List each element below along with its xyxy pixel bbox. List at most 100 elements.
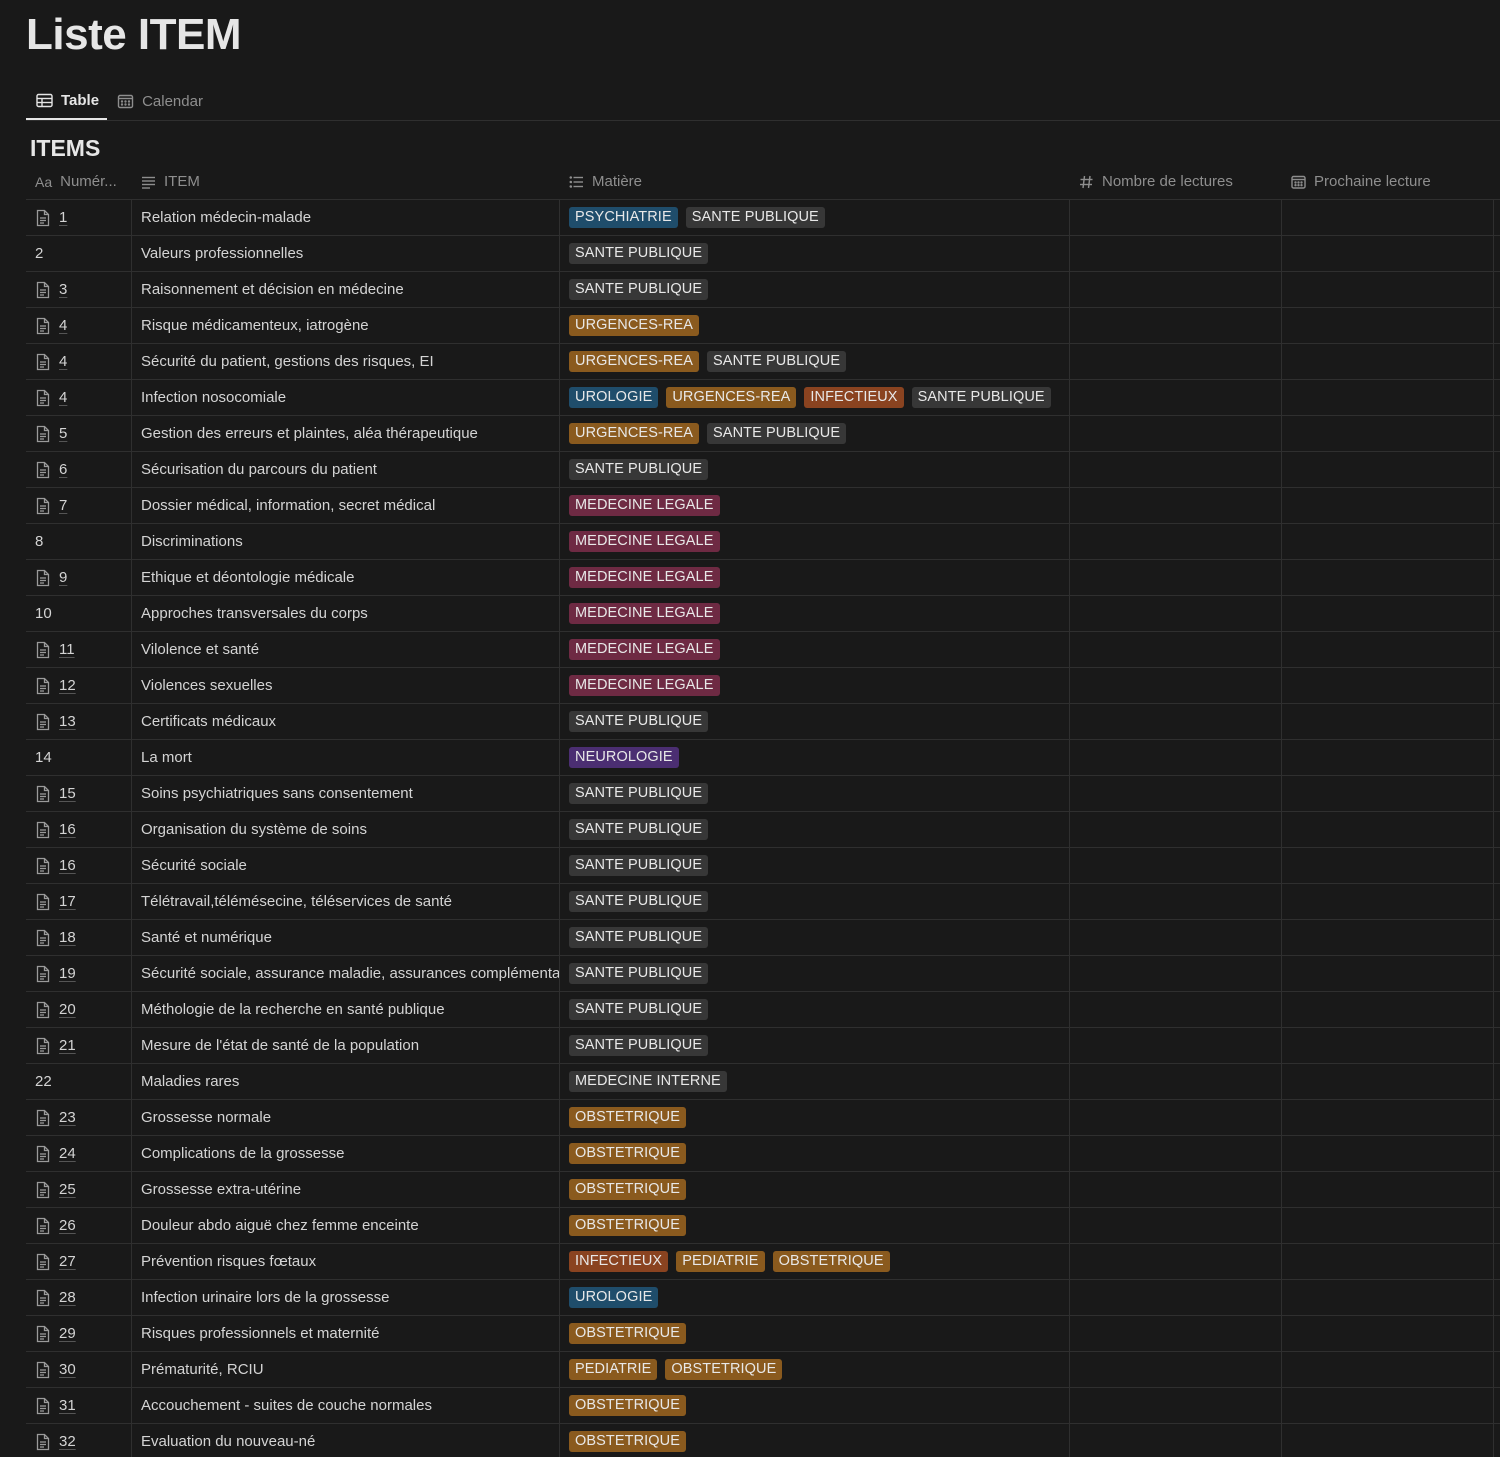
cell-nombre-lectures[interactable] <box>1070 1388 1282 1423</box>
cell-prochaine-lecture[interactable] <box>1282 1100 1494 1135</box>
cell-nombre-lectures[interactable] <box>1070 272 1282 307</box>
cell-nombre-lectures[interactable] <box>1070 992 1282 1027</box>
cell-matiere[interactable]: SANTE PUBLIQUE <box>560 956 1070 991</box>
table-row[interactable]: 8 Discriminations MEDECINE LEGALE <box>26 524 1500 560</box>
cell-nombre-lectures[interactable] <box>1070 740 1282 775</box>
cell-matiere[interactable]: OBSTETRIQUE <box>560 1136 1070 1171</box>
cell-numero[interactable]: 26 <box>26 1208 132 1243</box>
column-header-numero[interactable]: Aa Numér... <box>26 164 132 199</box>
cell-item[interactable]: Télétravail,télémésecine, téléservices d… <box>132 884 560 919</box>
table-row[interactable]: 9 Ethique et déontologie médicale MEDECI… <box>26 560 1500 596</box>
cell-numero[interactable]: 28 <box>26 1280 132 1315</box>
cell-nombre-lectures[interactable] <box>1070 920 1282 955</box>
cell-prochaine-lecture[interactable] <box>1282 632 1494 667</box>
table-row[interactable]: 20 Méthologie de la recherche en santé p… <box>26 992 1500 1028</box>
cell-numero[interactable]: 31 <box>26 1388 132 1423</box>
cell-numero[interactable]: 18 <box>26 920 132 955</box>
cell-nombre-lectures[interactable] <box>1070 1172 1282 1207</box>
table-row[interactable]: 11 Vilolence et santé MEDECINE LEGALE <box>26 632 1500 668</box>
cell-nombre-lectures[interactable] <box>1070 1208 1282 1243</box>
cell-numero[interactable]: 29 <box>26 1316 132 1351</box>
cell-prochaine-lecture[interactable] <box>1282 560 1494 595</box>
cell-numero[interactable]: 15 <box>26 776 132 811</box>
cell-matiere[interactable]: OBSTETRIQUE <box>560 1100 1070 1135</box>
cell-numero[interactable]: 32 <box>26 1424 132 1457</box>
table-row[interactable]: 4 Infection nosocomiale UROLOGIE URGENCES… <box>26 380 1500 416</box>
cell-numero[interactable]: 7 <box>26 488 132 523</box>
cell-numero[interactable]: 4 <box>26 344 132 379</box>
cell-matiere[interactable]: INFECTIEUX PEDIATRIE OBSTETRIQUE <box>560 1244 1070 1279</box>
cell-item[interactable]: Sécurité sociale <box>132 848 560 883</box>
cell-item[interactable]: Sécurisation du parcours du patient <box>132 452 560 487</box>
cell-item[interactable]: Gestion des erreurs et plaintes, aléa th… <box>132 416 560 451</box>
cell-prochaine-lecture[interactable] <box>1282 452 1494 487</box>
table-row[interactable]: 4 Sécurité du patient, gestions des risq… <box>26 344 1500 380</box>
cell-prochaine-lecture[interactable] <box>1282 596 1494 631</box>
cell-prochaine-lecture[interactable] <box>1282 272 1494 307</box>
cell-matiere[interactable]: SANTE PUBLIQUE <box>560 776 1070 811</box>
cell-prochaine-lecture[interactable] <box>1282 1136 1494 1171</box>
cell-matiere[interactable]: URGENCES-REA SANTE PUBLIQUE <box>560 416 1070 451</box>
table-row[interactable]: 3 Raisonnement et décision en médecine S… <box>26 272 1500 308</box>
cell-matiere[interactable]: SANTE PUBLIQUE <box>560 1028 1070 1063</box>
cell-numero[interactable]: 4 <box>26 308 132 343</box>
cell-item[interactable]: Evaluation du nouveau-né <box>132 1424 560 1457</box>
cell-matiere[interactable]: SANTE PUBLIQUE <box>560 992 1070 1027</box>
cell-matiere[interactable]: OBSTETRIQUE <box>560 1172 1070 1207</box>
cell-matiere[interactable]: OBSTETRIQUE <box>560 1388 1070 1423</box>
table-row[interactable]: 2 Valeurs professionnelles SANTE PUBLIQU… <box>26 236 1500 272</box>
cell-matiere[interactable]: OBSTETRIQUE <box>560 1316 1070 1351</box>
cell-item[interactable]: Grossesse extra-utérine <box>132 1172 560 1207</box>
cell-matiere[interactable]: SANTE PUBLIQUE <box>560 848 1070 883</box>
cell-item[interactable]: Infection urinaire lors de la grossesse <box>132 1280 560 1315</box>
cell-matiere[interactable]: MEDECINE LEGALE <box>560 668 1070 703</box>
cell-numero[interactable]: 27 <box>26 1244 132 1279</box>
cell-nombre-lectures[interactable] <box>1070 884 1282 919</box>
cell-matiere[interactable]: NEUROLOGIE <box>560 740 1070 775</box>
cell-prochaine-lecture[interactable] <box>1282 1388 1494 1423</box>
table-row[interactable]: 24 Complications de la grossesse OBSTETR… <box>26 1136 1500 1172</box>
cell-numero[interactable]: 9 <box>26 560 132 595</box>
cell-prochaine-lecture[interactable] <box>1282 1064 1494 1099</box>
cell-nombre-lectures[interactable] <box>1070 1280 1282 1315</box>
cell-nombre-lectures[interactable] <box>1070 1100 1282 1135</box>
cell-nombre-lectures[interactable] <box>1070 1424 1282 1457</box>
cell-nombre-lectures[interactable] <box>1070 560 1282 595</box>
cell-numero[interactable]: 4 <box>26 380 132 415</box>
column-header-nombre-lectures[interactable]: Nombre de lectures <box>1070 164 1282 199</box>
cell-numero[interactable]: 12 <box>26 668 132 703</box>
cell-numero[interactable]: 14 <box>26 740 132 775</box>
cell-item[interactable]: Raisonnement et décision en médecine <box>132 272 560 307</box>
table-row[interactable]: 6 Sécurisation du parcours du patient SA… <box>26 452 1500 488</box>
cell-item[interactable]: Mesure de l'état de santé de la populati… <box>132 1028 560 1063</box>
table-row[interactable]: 16 Sécurité sociale SANTE PUBLIQUE <box>26 848 1500 884</box>
cell-prochaine-lecture[interactable] <box>1282 344 1494 379</box>
cell-prochaine-lecture[interactable] <box>1282 956 1494 991</box>
tab-calendar[interactable]: Calendar <box>107 82 211 120</box>
cell-prochaine-lecture[interactable] <box>1282 488 1494 523</box>
table-row[interactable]: 4 Risque médicamenteux, iatrogène URGENC… <box>26 308 1500 344</box>
cell-matiere[interactable]: MEDECINE INTERNE <box>560 1064 1070 1099</box>
cell-numero[interactable]: 11 <box>26 632 132 667</box>
cell-nombre-lectures[interactable] <box>1070 1352 1282 1387</box>
cell-nombre-lectures[interactable] <box>1070 380 1282 415</box>
table-row[interactable]: 19 Sécurité sociale, assurance maladie, … <box>26 956 1500 992</box>
cell-item[interactable]: La mort <box>132 740 560 775</box>
table-row[interactable]: 15 Soins psychiatriques sans consentemen… <box>26 776 1500 812</box>
cell-numero[interactable]: 22 <box>26 1064 132 1099</box>
cell-item[interactable]: Risques professionnels et maternité <box>132 1316 560 1351</box>
cell-item[interactable]: Infection nosocomiale <box>132 380 560 415</box>
cell-item[interactable]: Sécurité sociale, assurance maladie, ass… <box>132 956 560 991</box>
cell-numero[interactable]: 30 <box>26 1352 132 1387</box>
cell-nombre-lectures[interactable] <box>1070 344 1282 379</box>
cell-nombre-lectures[interactable] <box>1070 704 1282 739</box>
cell-prochaine-lecture[interactable] <box>1282 1280 1494 1315</box>
cell-prochaine-lecture[interactable] <box>1282 992 1494 1027</box>
cell-prochaine-lecture[interactable] <box>1282 380 1494 415</box>
table-row[interactable]: 30 Prématurité, RCIU PEDIATRIE OBSTETRIQU… <box>26 1352 1500 1388</box>
cell-matiere[interactable]: MEDECINE LEGALE <box>560 524 1070 559</box>
cell-numero[interactable]: 23 <box>26 1100 132 1135</box>
cell-numero[interactable]: 16 <box>26 812 132 847</box>
cell-item[interactable]: Discriminations <box>132 524 560 559</box>
cell-item[interactable]: Maladies rares <box>132 1064 560 1099</box>
